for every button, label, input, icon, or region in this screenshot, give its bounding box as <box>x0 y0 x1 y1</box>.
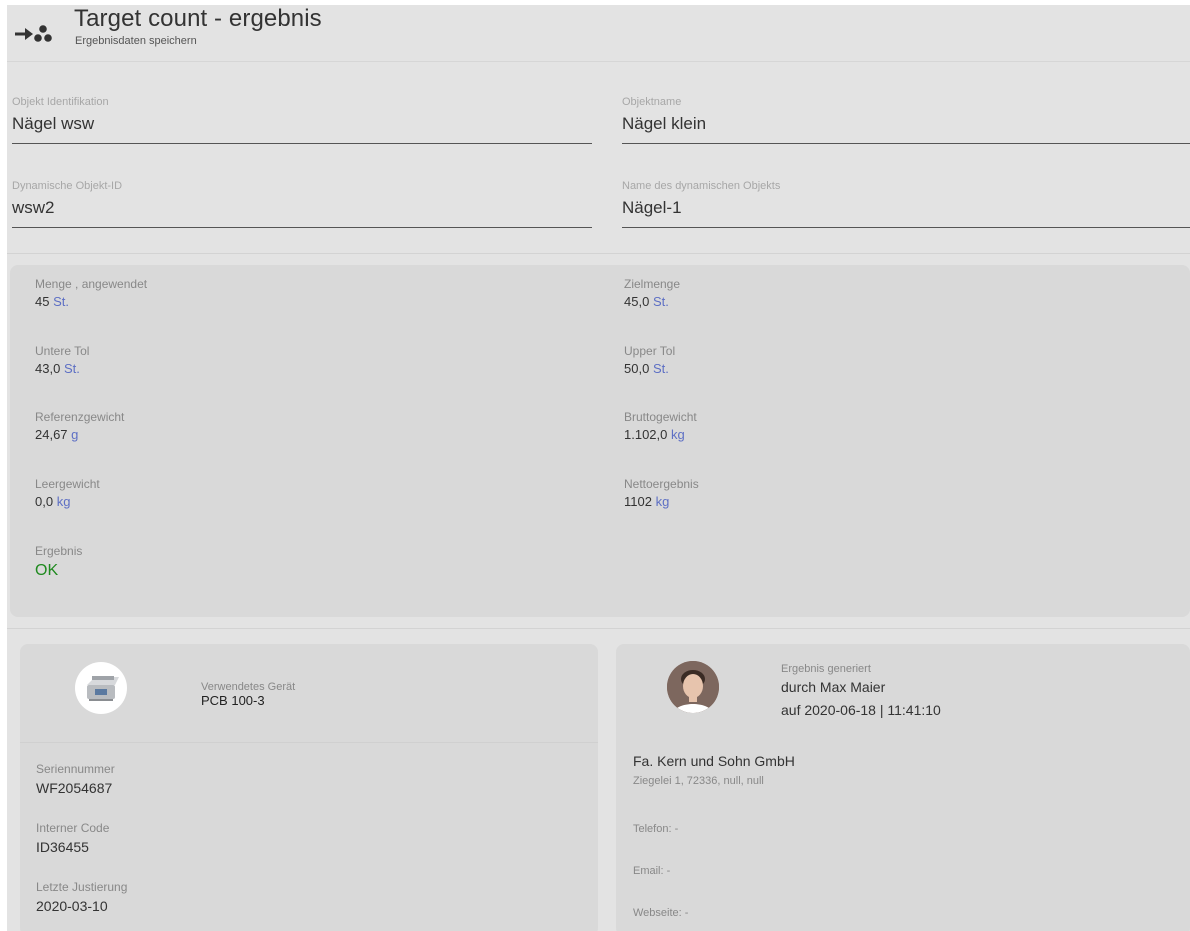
phone-text: Telefon: - <box>633 823 679 835</box>
results-panel: Menge , angewendet 45 St. Zielmenge 45,0… <box>10 265 1190 617</box>
website-text: Webseite: - <box>633 907 689 919</box>
dynamic-name-value[interactable]: Nägel-1 <box>622 198 682 218</box>
serial-number-label: Seriennummer <box>36 762 115 776</box>
gross-weight: Bruttogewicht 1.102,0 kg <box>624 410 697 442</box>
dynamic-id-label: Dynamische Objekt-ID <box>12 180 123 192</box>
company-name: Fa. Kern und Sohn GmbH <box>633 753 795 769</box>
net-result: Nettoergebnis 1102 kg <box>624 477 699 509</box>
email-text: Email: - <box>633 865 671 877</box>
tare-weight-value: 0,0 kg <box>35 494 71 509</box>
unit-label: St. <box>652 361 669 376</box>
tare-weight-label: Leergewicht <box>35 477 100 491</box>
internal-code-label: Interner Code <box>36 821 110 835</box>
unit-label: g <box>71 427 79 442</box>
section-divider <box>7 253 1190 254</box>
lower-tolerance-label: Untere Tol <box>35 344 90 358</box>
scale-device-icon <box>75 662 127 714</box>
dynamic-id-field[interactable]: Dynamische Objekt-ID wsw2 <box>12 180 592 228</box>
result-page: Target count - ergebnis Ergebnisdaten sp… <box>7 5 1190 931</box>
serial-number-value: WF2054687 <box>36 780 113 796</box>
unit-label: St. <box>53 294 69 309</box>
unit-label: St. <box>63 361 80 376</box>
page-header: Target count - ergebnis Ergebnisdaten sp… <box>7 5 1190 62</box>
lower-tolerance: Untere Tol 43,0 St. <box>35 344 89 376</box>
net-result-value: 1102 kg <box>624 494 670 509</box>
quantity-applied-label: Menge , angewendet <box>35 277 148 291</box>
dynamic-id-value[interactable]: wsw2 <box>12 198 55 218</box>
device-card: Verwendetes Gerät PCB 100-3 Seriennummer… <box>20 644 598 931</box>
page-title: Target count - ergebnis <box>74 5 322 32</box>
unit-label: kg <box>655 494 670 509</box>
unit-label: St. <box>652 294 669 309</box>
generated-by: durch Max Maier <box>781 679 886 695</box>
reference-weight-label: Referenzgewicht <box>35 410 125 424</box>
upper-tolerance: Upper Tol 50,0 St. <box>624 344 675 376</box>
generated-card: Ergebnis generiert durch Max Maier auf 2… <box>616 644 1190 931</box>
upper-tolerance-label: Upper Tol <box>624 344 676 358</box>
result-status: Ergebnis OK <box>35 544 82 580</box>
generated-at: auf 2020-06-18 | 11:41:10 <box>781 702 941 718</box>
target-quantity: Zielmenge 45,0 St. <box>624 277 680 309</box>
target-quantity-value: 45,0 St. <box>624 294 669 309</box>
dynamic-name-label: Name des dynamischen Objekts <box>622 180 781 192</box>
lower-tolerance-value: 43,0 St. <box>35 361 80 376</box>
object-name-label: Objektname <box>622 96 682 108</box>
user-avatar <box>667 661 719 713</box>
field-underline <box>622 227 1190 228</box>
internal-code-value: ID36455 <box>36 839 89 855</box>
page-subtitle: Ergebnisdaten speichern <box>75 35 197 47</box>
last-calibration-value: 2020-03-10 <box>36 898 108 914</box>
generated-label: Ergebnis generiert <box>781 663 871 675</box>
upper-tolerance-value: 50,0 St. <box>624 361 669 376</box>
device-value: PCB 100-3 <box>201 693 265 708</box>
unit-label: kg <box>56 494 71 509</box>
target-count-icon <box>15 25 52 42</box>
gross-weight-label: Bruttogewicht <box>624 410 697 424</box>
field-underline <box>12 227 592 228</box>
dynamic-name-field[interactable]: Name des dynamischen Objekts Nägel-1 <box>622 180 1190 228</box>
object-name-value[interactable]: Nägel klein <box>622 114 706 134</box>
result-status-value: OK <box>35 562 59 579</box>
device-label: Verwendetes Gerät <box>201 681 296 693</box>
field-underline <box>12 143 592 144</box>
reference-weight-value: 24,67 g <box>35 427 79 442</box>
gross-weight-value: 1.102,0 kg <box>624 427 685 442</box>
quantity-applied-value: 45 St. <box>35 294 69 309</box>
object-name-field[interactable]: Objektname Nägel klein <box>622 96 1190 144</box>
reference-weight: Referenzgewicht 24,67 g <box>35 410 124 442</box>
company-address: Ziegelei 1, 72336, null, null <box>633 775 764 787</box>
tare-weight: Leergewicht 0,0 kg <box>35 477 100 509</box>
card-divider <box>20 742 598 743</box>
object-id-field[interactable]: Objekt Identifikation Nägel wsw <box>12 96 592 144</box>
field-underline <box>622 143 1190 144</box>
net-result-label: Nettoergebnis <box>624 477 699 491</box>
result-status-label: Ergebnis <box>35 544 83 558</box>
section-divider <box>7 628 1190 629</box>
target-quantity-label: Zielmenge <box>624 277 681 291</box>
object-id-label: Objekt Identifikation <box>12 96 109 108</box>
last-calibration-label: Letzte Justierung <box>36 880 128 894</box>
quantity-applied: Menge , angewendet 45 St. <box>35 277 147 309</box>
object-id-value[interactable]: Nägel wsw <box>12 114 94 134</box>
unit-label: kg <box>671 427 685 442</box>
